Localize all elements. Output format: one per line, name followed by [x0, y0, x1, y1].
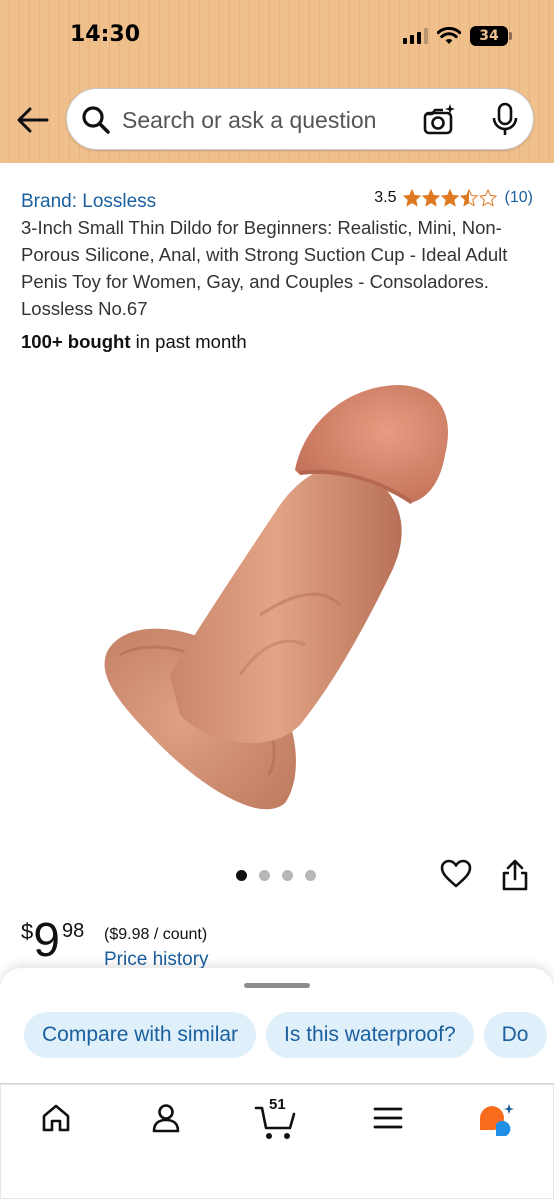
bottom-nav: 51: [0, 1083, 554, 1199]
status-icons: 34: [403, 26, 512, 46]
search-input[interactable]: Search or ask a question: [66, 88, 534, 150]
rating-count[interactable]: (10): [505, 189, 533, 207]
price-whole: 9: [33, 914, 60, 967]
image-carousel-dots[interactable]: [236, 870, 316, 881]
star-rating-icon: [403, 189, 499, 207]
menu-icon[interactable]: [372, 1102, 404, 1134]
bought-count-rest: in past month: [130, 331, 247, 352]
share-icon[interactable]: [500, 858, 530, 892]
suggestion-sheet: Compare with similar Is this waterproof?…: [0, 968, 554, 1084]
account-icon[interactable]: [150, 1102, 182, 1134]
back-arrow-icon[interactable]: [16, 103, 50, 137]
product-title: 3-Inch Small Thin Dildo for Beginners: R…: [21, 217, 508, 319]
chips-viewport: Compare with similar Is this waterproof?…: [0, 968, 554, 1084]
carousel-dot[interactable]: [236, 870, 247, 881]
camera-lens-icon[interactable]: [421, 102, 457, 138]
rating-value: 3.5: [374, 189, 397, 206]
bought-count: 100+ bought in past month: [21, 331, 247, 353]
app-header: 14:30 34 Search or ask a question: [0, 0, 554, 163]
signal-icon: [403, 28, 428, 44]
suggestion-chip-waterproof[interactable]: Is this waterproof?: [266, 1012, 474, 1058]
carousel-dot[interactable]: [282, 870, 293, 881]
suggestion-chips: Compare with similar Is this waterproof?…: [24, 1012, 547, 1058]
unit-price: ($9.98 / count): [104, 926, 208, 943]
heart-icon[interactable]: [440, 858, 472, 890]
cart-count: 51: [269, 1096, 286, 1113]
bought-count-bold: 100+ bought: [21, 331, 131, 352]
price-symbol: $: [21, 919, 34, 944]
home-icon[interactable]: [40, 1102, 72, 1134]
battery-icon: 34: [470, 26, 512, 46]
cart-button[interactable]: 51: [254, 1096, 300, 1142]
price: $ 9 98: [21, 915, 84, 967]
suggestion-chip-compare[interactable]: Compare with similar: [24, 1012, 257, 1058]
search-icon: [82, 106, 110, 134]
search-placeholder: Search or ask a question: [122, 107, 377, 133]
rating-summary[interactable]: 3.5 (10): [374, 189, 533, 207]
carousel-dot[interactable]: [259, 870, 270, 881]
wifi-icon: [437, 27, 461, 44]
rufus-icon[interactable]: [476, 1102, 516, 1138]
carousel-dot[interactable]: [305, 870, 316, 881]
price-fraction: 98: [61, 920, 85, 942]
brand-link[interactable]: Brand: Lossless: [21, 191, 156, 213]
suggestion-chip-more[interactable]: Do: [483, 1012, 547, 1058]
microphone-icon[interactable]: [491, 102, 519, 138]
product-image[interactable]: [90, 375, 470, 825]
status-time: 14:30: [70, 22, 141, 47]
